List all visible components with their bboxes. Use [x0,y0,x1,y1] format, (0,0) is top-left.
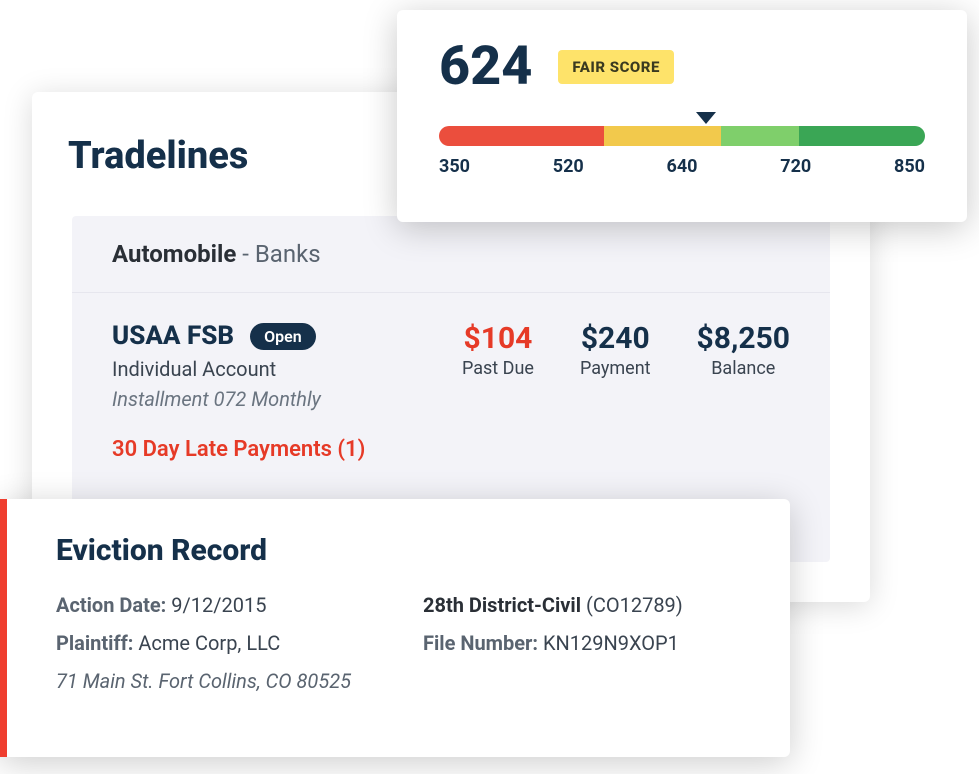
credit-score-gauge: 350 520 640 720 850 [439,126,925,177]
gauge-segment [721,126,799,146]
gauge-tick: 520 [553,156,584,177]
gauge-tick: 640 [667,156,698,177]
gauge-bar [439,126,925,146]
eviction-heading: Eviction Record [56,533,750,568]
metric-past-due: $104 Past Due [462,321,534,379]
file-number-label: File Number: [423,631,538,655]
tradelines-heading: Tradelines [68,134,248,178]
eviction-right-column: 28th District-Civil (CO12789) File Numbe… [423,586,750,700]
gauge-segment [604,126,721,146]
tradeline-category-source: - Banks [236,240,320,268]
balance-value: $8,250 [697,321,790,356]
gauge-tick: 350 [439,156,470,177]
account-type: Individual Account [112,357,462,381]
action-date-value: 9/12/2015 [171,593,266,617]
tradeline-account-left: USAA FSB Open Individual Account Install… [112,321,462,411]
balance-label: Balance [697,358,790,379]
metric-payment: $240 Payment [580,321,651,379]
tradeline-category: Automobile [112,240,236,268]
action-date-label: Action Date: [56,593,166,617]
eviction-left-column: Action Date: 9/12/2015 Plaintiff: Acme C… [56,586,383,700]
credit-score-badge: FAIR SCORE [558,50,673,84]
eviction-court: 28th District-Civil [423,593,581,617]
tradeline-category-row: Automobile - Banks [72,216,830,293]
account-terms: Installment 072 Monthly [112,387,462,411]
plaintiff-value: Acme Corp, LLC [138,631,280,655]
gauge-tick-labels: 350 520 640 720 850 [439,156,925,177]
gauge-tick: 720 [780,156,811,177]
tradeline-account-row: USAA FSB Open Individual Account Install… [72,293,830,431]
credit-score-value: 624 [439,40,532,94]
plaintiff-label: Plaintiff: [56,631,133,655]
eviction-address: 71 Main St. Fort Collins, CO 80525 [56,662,383,700]
file-number-value: KN129N9XOP1 [543,631,679,655]
gauge-segment [439,126,604,146]
eviction-record-card: Eviction Record Action Date: 9/12/2015 P… [0,499,790,757]
past-due-label: Past Due [462,358,534,379]
eviction-court-code: (CO12789) [586,593,683,617]
payment-value: $240 [580,321,651,356]
account-metrics: $104 Past Due $240 Payment $8,250 Balanc… [462,321,790,379]
payment-label: Payment [580,358,651,379]
past-due-value: $104 [462,321,534,356]
metric-balance: $8,250 Balance [697,321,790,379]
gauge-pointer-icon [696,112,716,124]
late-payments-notice: 30 Day Late Payments (1) [72,431,830,482]
account-name: USAA FSB [112,321,234,351]
gauge-segment [799,126,925,146]
credit-score-card: 624 FAIR SCORE 350 520 640 720 850 [397,10,967,222]
account-status-badge: Open [250,323,316,350]
gauge-tick: 850 [894,156,925,177]
